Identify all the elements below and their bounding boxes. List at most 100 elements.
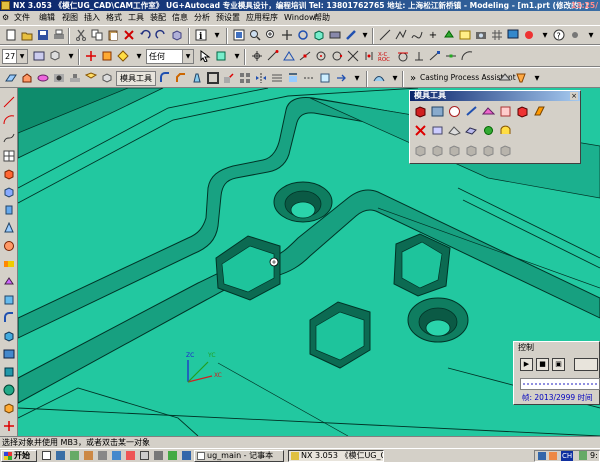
menu-analysis[interactable]: 分析 (194, 12, 210, 24)
cut-icon[interactable] (74, 28, 88, 42)
thicken-icon[interactable] (3, 366, 15, 378)
point-icon[interactable]: + (426, 28, 440, 42)
media-icon[interactable] (84, 451, 93, 460)
snap-center-icon[interactable] (314, 49, 328, 63)
close-icon[interactable]: × (570, 92, 578, 100)
dropdown-arrow-icon[interactable]: ▾ (132, 49, 146, 63)
shading-icon[interactable] (344, 28, 358, 42)
step-icon[interactable]: ▣ (552, 358, 565, 371)
offset-face-icon[interactable] (286, 71, 300, 85)
slot-icon[interactable] (482, 124, 495, 137)
curve-icon[interactable] (3, 132, 15, 144)
snap-control-icon[interactable] (444, 49, 458, 63)
menu-window[interactable]: Window (284, 12, 316, 24)
scale-icon[interactable] (3, 384, 15, 396)
line-icon[interactable] (378, 28, 392, 42)
blend-icon[interactable] (158, 71, 172, 85)
revolve-icon[interactable] (36, 71, 50, 85)
casting-icon[interactable] (498, 71, 512, 85)
intersect-icon[interactable] (3, 294, 15, 306)
mold-tools-title[interactable]: 模具工具 (410, 91, 580, 101)
zoom-in-out-icon[interactable] (264, 28, 278, 42)
draft-icon[interactable] (190, 71, 204, 85)
app-icon[interactable] (182, 451, 191, 460)
app-icon[interactable] (112, 451, 121, 460)
dropdown-arrow-icon[interactable]: ▾ (350, 71, 364, 85)
sew-icon[interactable] (302, 71, 316, 85)
quicklaunch-icon[interactable] (42, 451, 51, 460)
bounding-icon[interactable] (465, 124, 478, 137)
hollow-icon[interactable] (3, 348, 15, 360)
select-icon[interactable] (198, 49, 212, 63)
undo-icon[interactable] (138, 28, 152, 42)
pan-icon[interactable] (280, 28, 294, 42)
sketch-plane-icon[interactable] (4, 71, 18, 85)
app-icon[interactable] (126, 451, 135, 460)
grid-icon[interactable] (490, 28, 504, 42)
move-face-icon[interactable] (334, 71, 348, 85)
split-icon[interactable] (3, 420, 15, 432)
polyline-icon[interactable] (394, 28, 408, 42)
menu-insert[interactable]: 插入 (84, 12, 100, 24)
menu-help[interactable]: 帮助 (314, 12, 330, 24)
color-icon[interactable] (522, 28, 536, 42)
trim-body-icon[interactable] (222, 71, 236, 85)
cone-icon[interactable] (3, 222, 15, 234)
pocket-icon[interactable] (84, 71, 98, 85)
feature-icon[interactable] (84, 49, 98, 63)
play-icon[interactable]: ▶ (520, 358, 533, 371)
delete-patch-icon[interactable] (414, 124, 427, 137)
unite-icon[interactable] (3, 258, 15, 270)
dropdown-arrow-icon[interactable]: ▾ (584, 28, 598, 42)
volume-icon[interactable] (549, 452, 557, 460)
cylinder-icon[interactable] (3, 204, 15, 216)
help-icon[interactable]: ? (552, 28, 566, 42)
open-folder-icon[interactable] (20, 28, 34, 42)
trim-icon[interactable] (3, 402, 15, 414)
control-title[interactable]: 控制 (514, 342, 599, 353)
task-notepad[interactable]: ug_main - 记事本 (194, 450, 284, 462)
timeline-track[interactable] (520, 378, 600, 390)
sphere-icon[interactable] (3, 240, 15, 252)
snap-existing-icon[interactable] (362, 49, 376, 63)
chamfer-icon[interactable] (3, 330, 15, 342)
snap-tangent-icon[interactable] (396, 49, 410, 63)
snap-icon[interactable] (100, 49, 114, 63)
paste-icon[interactable] (106, 28, 120, 42)
snap-intersect-icon[interactable] (346, 49, 360, 63)
arc-icon[interactable] (3, 114, 15, 126)
app-icon[interactable] (140, 451, 149, 460)
pick-icon[interactable] (250, 49, 264, 63)
edge-patch-icon[interactable] (465, 105, 478, 118)
expand-toolbar-icon[interactable]: » (406, 71, 420, 85)
app-icon[interactable] (98, 451, 107, 460)
replace-solid-icon[interactable] (533, 105, 546, 118)
view-menu-icon[interactable] (328, 28, 342, 42)
window-title-bar[interactable]: NX 3.053 《模仁UG_CAD\CAM工作室》 UG+Autocad 专业… (0, 0, 600, 11)
start-button[interactable]: 开始 (1, 450, 37, 462)
dropdown-arrow-icon[interactable]: ▾ (530, 71, 544, 85)
redo-icon[interactable] (154, 28, 168, 42)
tray-app-icon[interactable] (579, 451, 587, 460)
surface-icon[interactable] (372, 71, 386, 85)
hole-icon[interactable] (52, 71, 66, 85)
filter-combo[interactable]: 任何 ▼ (146, 49, 194, 64)
solid-patch-icon[interactable] (431, 105, 444, 118)
spline-icon[interactable] (410, 28, 424, 42)
sketch-icon[interactable] (282, 49, 296, 63)
layer-settings-icon[interactable] (32, 49, 46, 63)
rotate-icon[interactable] (296, 28, 310, 42)
camera-icon[interactable] (474, 28, 488, 42)
datum-plane-icon[interactable] (442, 28, 456, 42)
app-icon[interactable] (154, 451, 163, 460)
select-face-icon[interactable] (214, 49, 228, 63)
info-icon[interactable]: i (194, 28, 208, 42)
copy-icon[interactable] (90, 28, 104, 42)
dropdown-arrow-icon[interactable]: ▾ (388, 71, 402, 85)
layer-icon[interactable] (458, 28, 472, 42)
ime-indicator[interactable]: CH (561, 451, 574, 461)
menu-preferences[interactable]: 预设置 (216, 12, 240, 24)
dropdown-arrow-icon[interactable]: ▾ (64, 49, 78, 63)
fit-view-icon[interactable] (232, 28, 246, 42)
display-icon[interactable] (506, 28, 520, 42)
